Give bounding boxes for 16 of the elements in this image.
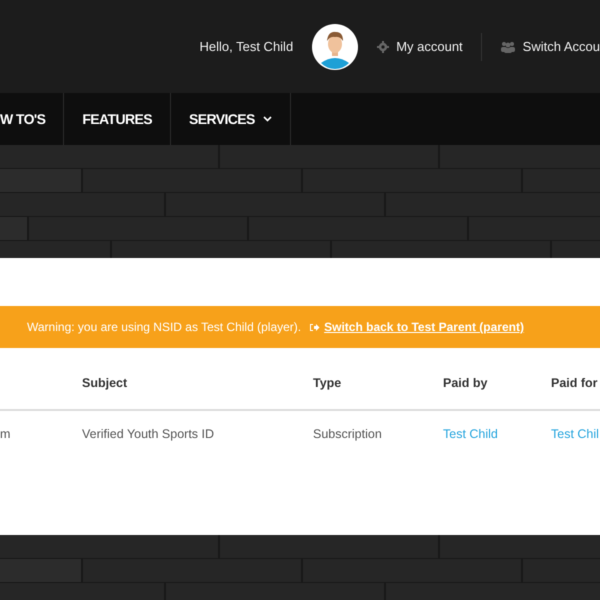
my-account-link[interactable]: My account bbox=[377, 39, 463, 54]
people-icon bbox=[500, 40, 516, 52]
chevron-icon bbox=[262, 116, 272, 122]
settings-icon bbox=[377, 40, 390, 52]
table-cell-text: m bbox=[0, 426, 12, 443]
column-header: Subject bbox=[82, 348, 313, 411]
avatar-icon[interactable] bbox=[311, 22, 360, 70]
sign-out-icon bbox=[309, 322, 320, 332]
warning-text: Warning: you are using NSID as Test Child (player). bbox=[27, 320, 302, 334]
switch-account-link[interactable]: Switch Accou bbox=[500, 39, 600, 54]
table-cell-text: Subscription bbox=[313, 426, 383, 443]
table-cell-text: Verified Youth Sports ID bbox=[82, 426, 216, 443]
column-header: Type bbox=[313, 348, 443, 411]
greeting-text: Hello, Test Child bbox=[199, 39, 294, 54]
column-header: Paid by bbox=[443, 348, 551, 411]
column-header: Paid for bbox=[551, 348, 600, 411]
